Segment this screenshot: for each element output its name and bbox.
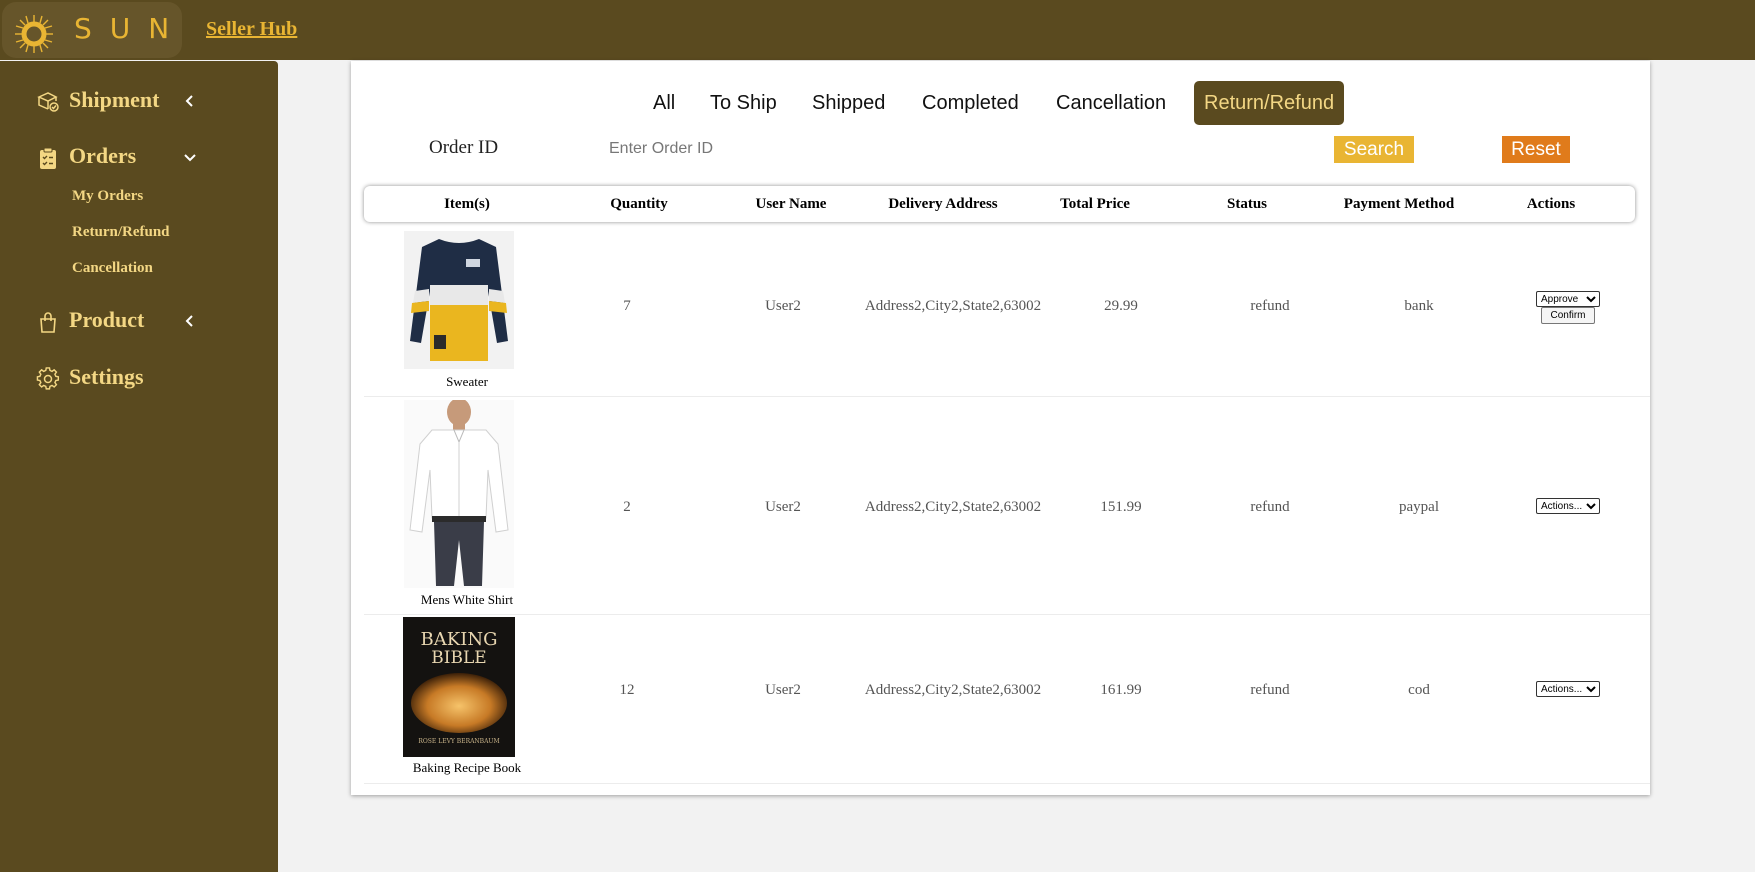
item-name: Baking Recipe Book: [412, 760, 522, 775]
action-select[interactable]: Actions...: [1536, 498, 1600, 514]
sidebar-item-shipment[interactable]: Shipment: [36, 86, 256, 118]
sidebar-item-label: Orders: [69, 143, 137, 168]
sidebar-subitem-return-refund[interactable]: Return/Refund: [72, 224, 170, 241]
column-header-status: Status: [1226, 196, 1267, 212]
table-row: BAKING BIBLE ROSE LEVY BERANBAUM Baking …: [364, 614, 1650, 784]
logo[interactable]: SUN: [2, 2, 182, 58]
column-header-total-price: Total Price: [1060, 196, 1130, 212]
tab-cancellation[interactable]: Cancellation: [1056, 81, 1166, 125]
sidebar-subitem-cancellation[interactable]: Cancellation: [72, 260, 153, 277]
sidebar-item-orders[interactable]: Orders: [36, 142, 256, 174]
tab-to-ship[interactable]: To Ship: [710, 81, 777, 125]
column-header-delivery-address: Delivery Address: [888, 196, 998, 212]
payment-method-cell: cod: [1408, 682, 1430, 698]
payment-method-cell: bank: [1404, 298, 1434, 314]
gear-icon: [36, 367, 60, 390]
book-title-line-2: BIBLE: [431, 648, 486, 668]
tab-completed[interactable]: Completed: [922, 81, 1019, 125]
sidebar-item-product[interactable]: Product: [36, 306, 256, 338]
shopping-bag-icon: [40, 312, 56, 333]
order-id-label: Order ID: [429, 137, 499, 158]
order-id-input[interactable]: [607, 135, 911, 163]
sidebar-item-label: Product: [69, 307, 145, 332]
sweater-image: [404, 231, 514, 369]
confirm-button[interactable]: Confirm: [1541, 307, 1595, 324]
column-header-quantity: Quantity: [610, 196, 668, 212]
column-header-payment-method: Payment Method: [1343, 196, 1455, 212]
action-select[interactable]: Approve: [1536, 291, 1600, 307]
sun-logo-icon: [15, 15, 53, 53]
sidebar-item-settings[interactable]: Settings: [36, 363, 256, 395]
box-check-icon: [37, 92, 59, 112]
chevron-left-icon[interactable]: [183, 94, 197, 108]
seller-hub-link[interactable]: Seller Hub: [206, 18, 297, 41]
book-author: ROSE LEVY BERANBAUM: [418, 738, 499, 745]
clipboard-list-icon: [40, 147, 56, 169]
chevron-down-icon[interactable]: [183, 150, 197, 164]
item-name: Sweater: [446, 374, 488, 389]
baking-book-image: BAKING BIBLE ROSE LEVY BERANBAUM: [403, 617, 515, 757]
order-status-tabs: All To Ship Shipped Completed Cancellati…: [351, 81, 1650, 125]
tab-return-refund[interactable]: Return/Refund: [1194, 81, 1345, 125]
tab-all[interactable]: All: [653, 81, 675, 125]
payment-method-cell: paypal: [1399, 499, 1439, 515]
orders-card: All To Ship Shipped Completed Cancellati…: [351, 61, 1650, 795]
search-button[interactable]: Search: [1334, 136, 1414, 163]
top-bar: SUN Seller Hub: [0, 0, 1755, 60]
action-select[interactable]: Actions...: [1536, 681, 1600, 697]
table-row: Sweater 7 User2 Address2,City2,State2,63…: [364, 226, 1650, 397]
sidebar-item-label: Settings: [69, 364, 144, 389]
logo-text: SUN: [74, 12, 188, 45]
table-row: Mens White Shirt 2 User2 Address2,City2,…: [364, 396, 1650, 615]
reset-button[interactable]: Reset: [1502, 136, 1570, 163]
book-title-line-1: BAKING: [421, 629, 498, 650]
chevron-left-icon[interactable]: [183, 314, 197, 328]
tab-shipped[interactable]: Shipped: [812, 81, 885, 125]
sidebar-item-label: Shipment: [69, 87, 160, 112]
column-header-actions: Actions: [1526, 196, 1576, 212]
table-header: Item(s) Quantity User Name Delivery Addr…: [364, 186, 1635, 222]
column-header-user-name: User Name: [755, 196, 827, 212]
column-header-items: Item(s): [444, 196, 490, 212]
white-shirt-image: [404, 400, 514, 588]
sidebar-subitem-my-orders[interactable]: My Orders: [72, 188, 143, 205]
item-name: Mens White Shirt: [420, 592, 514, 607]
sidebar: Shipment Orders My Orders Return/Refund …: [0, 61, 278, 872]
